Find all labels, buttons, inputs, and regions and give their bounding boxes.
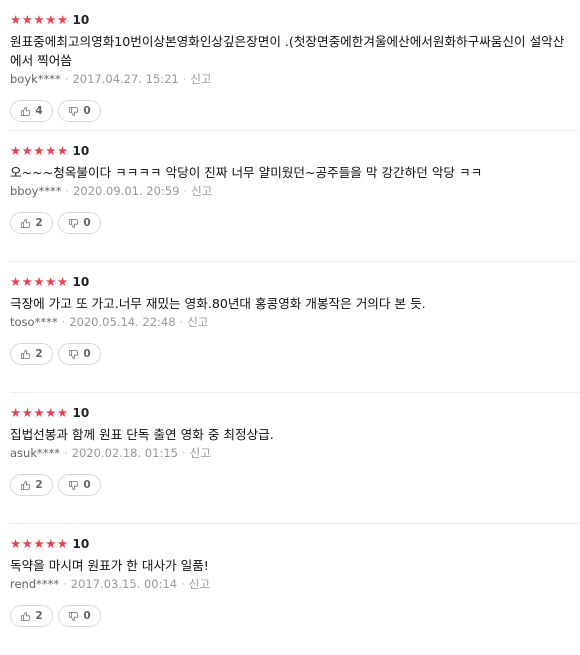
review-list: ★★★★★ 10 원표중에최고의영화10번이상본영화인상깊은장면이 .(첫장면중… [0,0,580,655]
meta-separator: · [63,577,67,591]
thumbs-up-icon [21,349,31,359]
review-text: 독약을 마시며 원표가 한 대사가 일품! [10,558,209,573]
rating-score: 10 [72,13,90,27]
thumbs-down-icon [69,218,79,228]
star-rating-icon: ★★★★★ [10,536,69,551]
dislike-button[interactable]: 0 [58,212,101,234]
dislike-count: 0 [83,348,91,360]
rating-score: 10 [72,275,90,289]
rating: ★★★★★ 10 [10,143,580,159]
review-text: 극장에 가고 또 가고.너무 재밌는 영화.80년대 홍콩영화 개봉작은 거의다… [10,296,426,311]
like-count: 2 [35,348,43,360]
rating: ★★★★★ 10 [10,12,580,28]
review-item: ★★★★★ 10 오~~~청옥불이다 ㅋㅋㅋㅋ 악당이 진짜 너무 얄미웠던~공… [10,131,580,262]
review-date: 2020.09.01. 20:59 [73,184,180,198]
thumbs-up-icon [21,480,31,490]
like-button[interactable]: 2 [10,605,53,627]
thumbs-down-icon [69,106,79,116]
meta-separator: · [65,184,70,198]
rating-score: 10 [72,406,90,420]
dislike-count: 0 [83,479,91,491]
thumbs-down-icon [69,349,79,359]
dislike-button[interactable]: 0 [58,100,101,122]
rating-score: 10 [72,537,90,551]
review-item: ★★★★★ 10 집법선봉과 함께 원표 단독 출연 영화 중 최정상급. as… [10,393,580,524]
review-meta: bboy**** · 2020.09.01. 20:59 · 신고 [10,183,580,200]
star-rating-icon: ★★★★★ [10,12,69,27]
like-count: 4 [35,105,43,117]
review-actions: 4 0 [10,100,580,122]
review-item: ★★★★★ 10 극장에 가고 또 가고.너무 재밌는 영화.80년대 홍콩영화… [10,262,580,393]
dislike-count: 0 [83,217,91,229]
like-button[interactable]: 4 [10,100,53,122]
thumbs-down-icon [69,611,79,621]
thumbs-up-icon [21,106,31,116]
review-text: 원표중에최고의영화10번이상본영화인상깊은장면이 .(첫장면중에한겨울에산에서원… [10,34,565,68]
report-link[interactable]: 신고 [187,315,208,329]
review-date: 2020.02.18. 01:15 [71,446,178,460]
thumbs-up-icon [21,218,31,228]
review-author[interactable]: bboy**** [10,184,61,198]
dislike-count: 0 [83,610,91,622]
meta-separator: · [64,446,68,460]
review-meta: rend**** · 2017.03.15. 00:14 · 신고 [10,576,580,593]
dislike-button[interactable]: 0 [58,343,101,365]
dislike-button[interactable]: 0 [58,474,101,496]
meta-separator: · [183,184,188,198]
meta-separator: · [181,446,186,460]
report-link[interactable]: 신고 [190,446,211,460]
star-rating-icon: ★★★★★ [10,274,69,289]
review-author[interactable]: asuk**** [10,446,60,460]
like-count: 2 [35,479,43,491]
like-count: 2 [35,610,43,622]
review-item: ★★★★★ 10 독약을 마시며 원표가 한 대사가 일품! rend**** ·… [10,524,580,655]
review-actions: 2 0 [10,605,580,627]
thumbs-down-icon [69,480,79,490]
review-item: ★★★★★ 10 원표중에최고의영화10번이상본영화인상깊은장면이 .(첫장면중… [10,0,580,131]
meta-separator: · [179,315,184,329]
star-rating-icon: ★★★★★ [10,143,69,158]
review-date: 2020.05.14. 22:48 [69,315,176,329]
review-author[interactable]: rend**** [10,577,59,591]
review-meta: asuk**** · 2020.02.18. 01:15 · 신고 [10,445,580,462]
review-author[interactable]: toso**** [10,315,58,329]
review-actions: 2 0 [10,212,580,234]
meta-separator: · [181,577,185,591]
dislike-button[interactable]: 0 [58,605,101,627]
review-meta: toso**** · 2020.05.14. 22:48 · 신고 [10,314,580,331]
star-rating-icon: ★★★★★ [10,405,69,420]
like-button[interactable]: 2 [10,343,53,365]
meta-separator: · [182,72,187,86]
like-count: 2 [35,217,43,229]
meta-separator: · [64,72,69,86]
rating: ★★★★★ 10 [10,274,580,290]
thumbs-up-icon [21,611,31,621]
review-text: 집법선봉과 함께 원표 단독 출연 영화 중 최정상급. [10,427,274,442]
report-link[interactable]: 신고 [189,577,210,591]
like-button[interactable]: 2 [10,474,53,496]
rating-score: 10 [72,144,90,158]
like-button[interactable]: 2 [10,212,53,234]
review-actions: 2 0 [10,474,580,496]
rating: ★★★★★ 10 [10,536,580,552]
review-actions: 2 0 [10,343,580,365]
dislike-count: 0 [83,105,91,117]
meta-separator: · [61,315,66,329]
report-link[interactable]: 신고 [190,72,211,86]
review-meta: boyk**** · 2017.04.27. 15:21 · 신고 [10,71,580,88]
review-date: 2017.04.27. 15:21 [72,72,179,86]
review-date: 2017.03.15. 00:14 [70,577,178,591]
review-author[interactable]: boyk**** [10,72,61,86]
review-text: 오~~~청옥불이다 ㅋㅋㅋㅋ 악당이 진짜 너무 얄미웠던~공주들을 막 강간하… [10,165,483,180]
report-link[interactable]: 신고 [191,184,212,198]
rating: ★★★★★ 10 [10,405,580,421]
